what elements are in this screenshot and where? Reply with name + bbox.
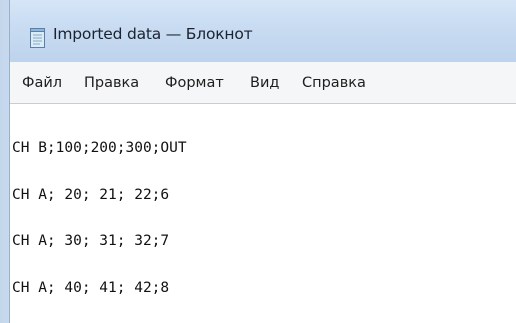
window-title: Imported data — Блокнот — [53, 25, 253, 43]
notepad-icon — [30, 28, 45, 48]
text-line: CH A; 40; 41; 42;8 — [12, 279, 170, 296]
notepad-window: Imported data — Блокнот Файл Правка Форм… — [0, 0, 516, 323]
window-frame-left — [0, 0, 10, 323]
text-line: CH A; 20; 21; 22;6 — [12, 186, 170, 203]
title-bar[interactable]: Imported data — Блокнот — [10, 0, 516, 62]
text-line: CH B;100;200;300;OUT — [12, 140, 187, 156]
menu-help[interactable]: Справка — [302, 75, 366, 91]
document-text: CH B;100;200;300;OUT CH A; 20; 21; 22;6 … — [12, 110, 187, 323]
menu-format[interactable]: Формат — [165, 75, 224, 91]
text-line: CH A; 30; 31; 32;7 — [12, 233, 170, 249]
menu-file[interactable]: Файл — [22, 75, 62, 91]
menu-view[interactable]: Вид — [250, 75, 279, 91]
menu-bar: Файл Правка Формат Вид Справка — [10, 62, 516, 104]
menu-edit[interactable]: Правка — [84, 75, 139, 91]
client-area: Файл Правка Формат Вид Справка CH B;100;… — [10, 62, 516, 323]
text-editor[interactable]: CH B;100;200;300;OUT CH A; 20; 21; 22;6 … — [10, 104, 516, 323]
